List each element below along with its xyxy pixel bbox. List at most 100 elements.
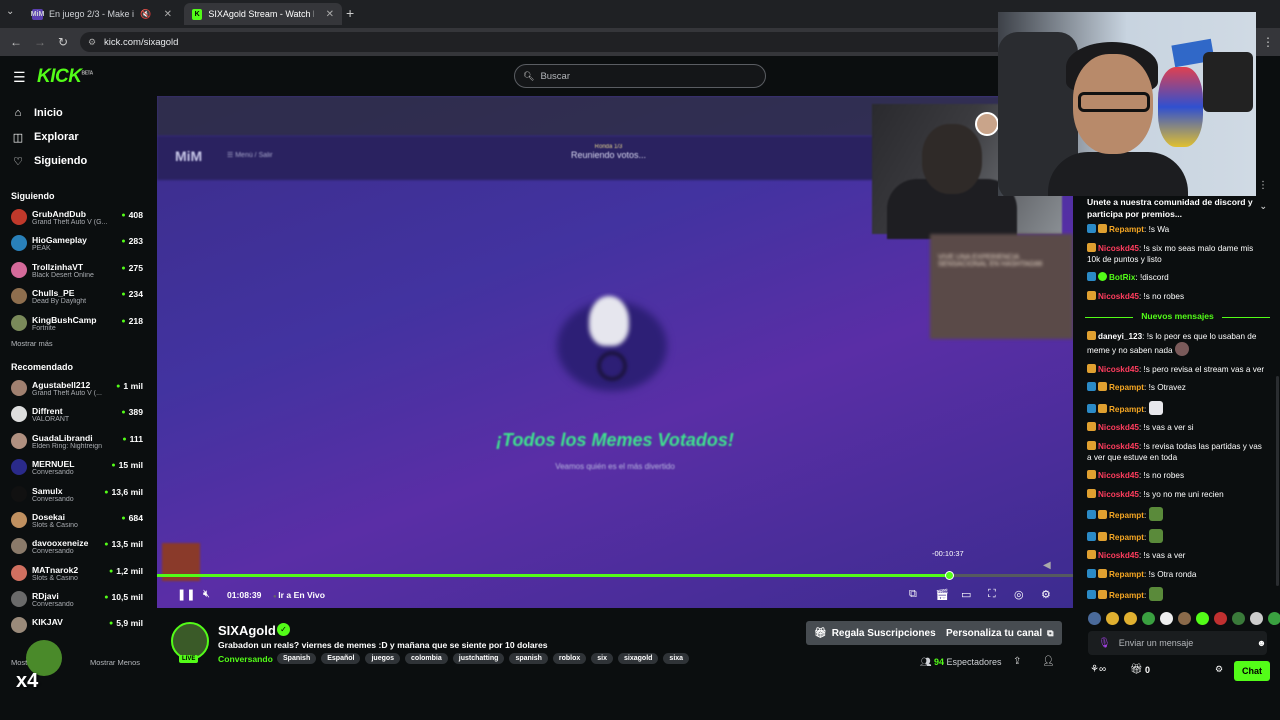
chat-username[interactable]: daneyi_123 (1098, 332, 1142, 341)
sidebar-channel[interactable]: KingBushCampFortnite218 (0, 311, 155, 337)
chat-username[interactable]: Nicoskd45 (1098, 365, 1139, 374)
muted-icon[interactable]: 🔇 (140, 9, 151, 20)
nav-following[interactable]: ♡ Siguiendo (0, 149, 155, 173)
tag-pill[interactable]: colombia (405, 653, 448, 664)
tab-kick-stream[interactable]: K SIXAgold Stream - Watch Live o ✕ (184, 3, 342, 25)
tag-pill[interactable]: six (591, 653, 614, 664)
tag-pill[interactable]: sixagold (618, 653, 659, 664)
gift-subs-button[interactable]: 🎁︎ Regala Suscripciones (806, 621, 944, 645)
show-less-link[interactable]: Mostrar Menos (90, 658, 140, 667)
quick-emote-icon[interactable] (1142, 612, 1155, 625)
chat-username[interactable]: Repampt (1109, 511, 1144, 520)
chat-username[interactable]: Nicoskd45 (1098, 471, 1139, 480)
hamburger-icon[interactable]: ☰ (13, 69, 26, 86)
sidebar-channel[interactable]: KIKJAV5,9 mil (0, 613, 155, 639)
chat-username[interactable]: Repampt (1109, 591, 1144, 600)
quick-emote-icon[interactable] (1232, 612, 1245, 625)
sidebar-channel[interactable]: Agustabell212Grand Theft Auto V (...1 mi… (0, 376, 155, 402)
tag-pill[interactable]: sixa (663, 653, 690, 664)
chat-username[interactable]: Nicoskd45 (1098, 442, 1139, 451)
chat-username[interactable]: Repampt (1109, 225, 1144, 234)
theater-mode-icon[interactable]: ▭ (961, 588, 971, 601)
customize-channel-button[interactable]: Personaliza tu canal ⧉ (938, 621, 1062, 645)
share-icon[interactable]: ⇪ (1013, 656, 1021, 667)
gift-icon[interactable]: 🎁︎ (1130, 664, 1143, 675)
channel-points-icon[interactable]: ⚘∞ (1090, 664, 1106, 675)
chat-input-box[interactable]: 🎙︎ ☻ (1088, 631, 1267, 655)
sidebar-channel[interactable]: GuadaLibrandiElden Ring: Nightreign111 (0, 429, 155, 455)
chat-username[interactable]: BotRix (1109, 273, 1135, 282)
clip-icon[interactable]: 🎬︎ (935, 588, 949, 601)
quick-emote-icon[interactable] (1214, 612, 1227, 625)
sidebar-channel[interactable]: RDjaviConversando10,5 mil (0, 587, 155, 613)
forward-icon[interactable]: → (34, 35, 46, 49)
seek-bar[interactable] (157, 571, 1073, 580)
chat-send-button[interactable]: Chat (1234, 661, 1270, 681)
quick-emote-icon[interactable] (1088, 612, 1101, 625)
sidebar-channel[interactable]: DiffrentVALORANT389 (0, 402, 155, 428)
mute-icon[interactable]: 🔇︎ (203, 588, 210, 601)
close-tab-icon[interactable]: ✕ (326, 9, 334, 20)
tab-search-icon[interactable]: ⌄ (6, 6, 14, 17)
search-input[interactable] (540, 70, 741, 82)
settings-icon[interactable]: ⚙ (1041, 588, 1051, 601)
search-box[interactable]: 🔍︎ (514, 64, 766, 88)
chat-username[interactable]: Repampt (1109, 533, 1144, 542)
show-more-link-short[interactable]: Most (11, 658, 27, 667)
tag-pill[interactable]: Spanish (277, 653, 317, 664)
fullscreen-icon[interactable]: ⛶ (988, 588, 996, 601)
stream-category[interactable]: Conversando (218, 654, 273, 664)
go-live-button[interactable]: Ir a En Vivo (273, 590, 325, 600)
pip-icon[interactable]: ⧉ (909, 588, 917, 601)
quick-emote-icon[interactable] (1160, 612, 1173, 625)
emoji-icon[interactable]: ☻ (1257, 638, 1266, 648)
tag-pill[interactable]: roblox (552, 653, 587, 664)
chat-username[interactable]: Nicoskd45 (1098, 551, 1139, 560)
sidebar-channel[interactable]: MATnarok2Slots & Casino1,2 mil (0, 561, 155, 587)
quick-emote-icon[interactable] (1268, 612, 1280, 625)
chat-scrollbar[interactable] (1276, 376, 1279, 586)
quick-emote-icon[interactable] (1124, 612, 1137, 625)
sidebar-channel[interactable]: TrollzinhaVTBlack Desert Online275 (0, 258, 155, 284)
quick-emote-icon[interactable] (1106, 612, 1119, 625)
tag-pill[interactable]: spanish (509, 653, 548, 664)
chat-username[interactable]: Nicoskd45 (1098, 292, 1139, 301)
chat-username[interactable]: Repampt (1109, 383, 1144, 392)
reload-icon[interactable]: ↻ (58, 35, 68, 49)
tab-make-it-meme[interactable]: MiM En juego 2/3 - Make it Meme 🔇 ✕ (24, 3, 180, 25)
nav-explore[interactable]: ◫ Explorar (0, 125, 155, 149)
chat-username[interactable]: Repampt (1109, 405, 1144, 414)
sidebar-channel[interactable]: HioGameplayPEAK283 (0, 231, 155, 257)
site-info-icon[interactable]: ⚙ (88, 37, 96, 48)
sidebar-channel[interactable]: GrubAndDubGrand Theft Auto V (G...408 (0, 205, 155, 231)
tag-pill[interactable]: Español (321, 653, 361, 664)
microphone-icon[interactable]: 🎙︎ (1098, 638, 1111, 649)
show-more-link[interactable]: Mostrar más (0, 337, 155, 348)
sidebar-channel[interactable]: davooxeneizeConversando13,5 mil (0, 534, 155, 560)
pinned-message[interactable]: Unete a nuestra comunidad de discord y p… (1087, 196, 1267, 220)
seek-handle[interactable] (945, 571, 955, 580)
video-player[interactable]: MiM ☰ Menú / Salir Ronda 1/3 Reuniendo v… (157, 96, 1073, 608)
sidebar-channel[interactable]: MERNUELConversando15 mil (0, 455, 155, 481)
sidebar-channel[interactable]: DosekaiSlots & Casino684 (0, 508, 155, 534)
chat-options-icon[interactable]: ⋮ (1258, 180, 1268, 191)
pause-icon[interactable]: ❚❚ (177, 588, 195, 601)
channel-name[interactable]: SIXAgold (218, 623, 276, 638)
quick-emote-icon[interactable] (1250, 612, 1263, 625)
chat-username[interactable]: Nicoskd45 (1098, 244, 1139, 253)
kick-logo[interactable]: KICKBETA (37, 66, 93, 88)
tag-pill[interactable]: juegos (365, 653, 401, 664)
nav-home[interactable]: ⌂ Inicio (0, 101, 155, 125)
sidebar-channel[interactable]: Chulls_PEDead By Daylight234 (0, 284, 155, 310)
url-field[interactable]: ⚙ kick.com/sixagold (80, 32, 1070, 52)
follow-user-icon[interactable]: 👤︎ (1042, 656, 1055, 667)
tag-pill[interactable]: justchatting (452, 653, 505, 664)
chevron-down-icon[interactable]: ⌄ (1259, 200, 1267, 212)
chat-username[interactable]: Nicoskd45 (1098, 423, 1139, 432)
chat-username[interactable]: Nicoskd45 (1098, 490, 1139, 499)
quality-icon[interactable]: ◎ (1014, 588, 1024, 601)
quick-emote-icon[interactable] (1178, 612, 1191, 625)
chat-input[interactable] (1118, 638, 1249, 648)
chat-username[interactable]: Repampt (1109, 570, 1144, 579)
chat-settings-icon[interactable]: ⚙ (1215, 664, 1223, 675)
